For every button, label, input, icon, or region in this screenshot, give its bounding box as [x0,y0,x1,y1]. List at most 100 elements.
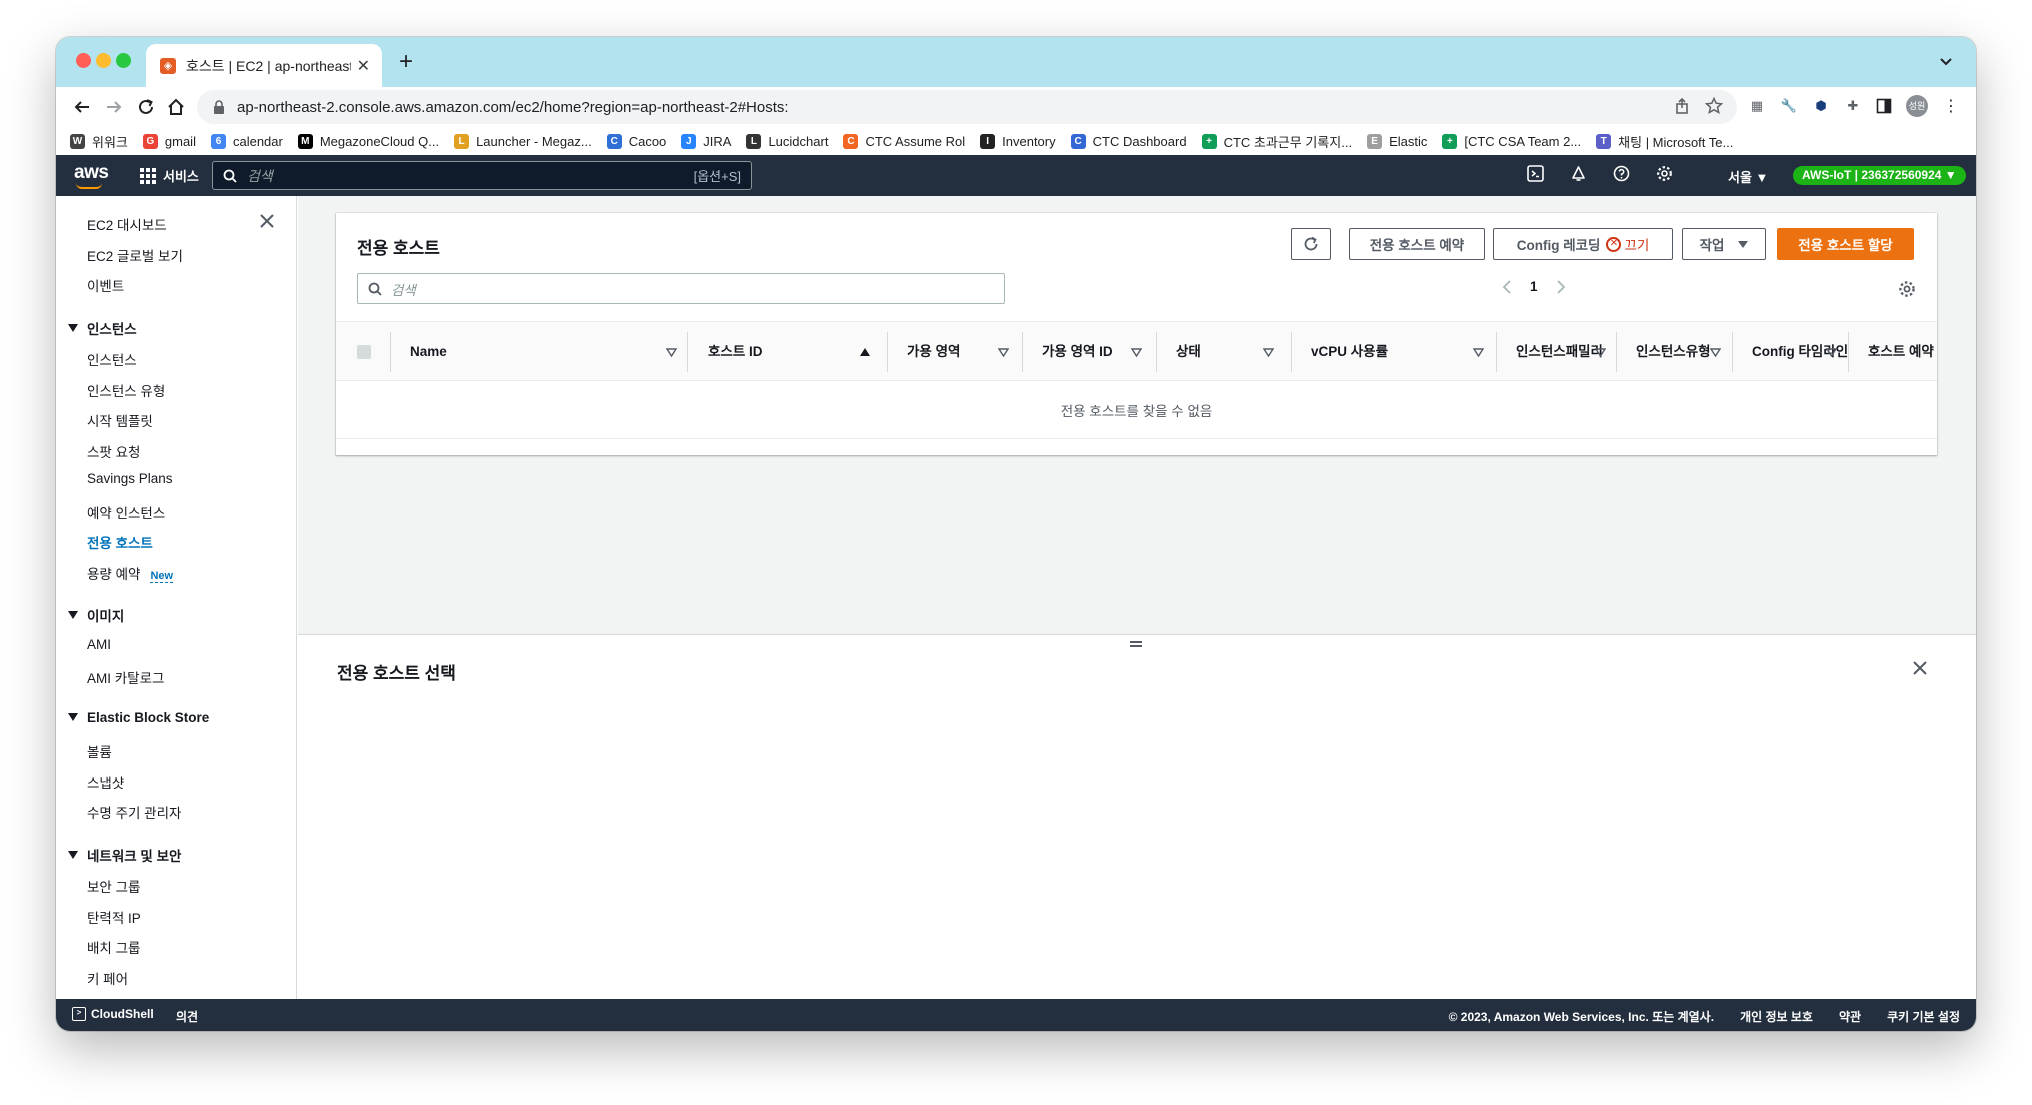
bookmark-item[interactable]: 6 calendar [210,133,283,149]
close-split-panel-icon[interactable] [1911,659,1929,677]
bookmark-item[interactable]: C Cacoo [606,133,666,149]
table-preferences-gear-icon[interactable] [1898,280,1916,298]
sort-caret-icon[interactable] [1473,348,1484,357]
bookmark-item[interactable]: L Lucidchart [746,133,828,149]
sidebar-item[interactable]: 키 페어 [87,968,128,988]
actions-dropdown[interactable]: 작업 [1682,228,1766,260]
close-window-button[interactable] [76,53,91,68]
qr-extension-icon[interactable]: ▦ [1748,97,1766,115]
sidebar-item[interactable]: Savings Plans [87,471,173,486]
sort-caret-icon[interactable] [1131,348,1142,357]
sort-caret-icon[interactable] [1595,348,1606,357]
reserve-host-button[interactable]: 전용 호스트 예약 [1349,228,1485,260]
bookmark-item[interactable]: + CTC 초과근무 기록지... [1201,132,1352,151]
sidebar-group-header[interactable]: 네트워크 및 보안 [68,845,181,865]
column-header-family[interactable]: 인스턴스 패밀리 [1516,322,1603,382]
bookmark-item[interactable]: E Elastic [1367,133,1427,149]
sidebar-group-header[interactable]: Elastic Block Store [68,710,209,725]
notifications-bell-icon[interactable] [1570,165,1587,182]
filter-input[interactable]: 검색 [357,273,1005,304]
profile-avatar[interactable]: 성원 [1906,95,1928,117]
bookmark-item[interactable]: C CTC Dashboard [1070,133,1187,149]
sidebar-group-header[interactable]: 인스턴스 [68,318,137,338]
column-header-az[interactable]: 가용 영역 [907,322,960,382]
column-header-reservation[interactable]: 호스트 예약 [1868,322,1937,382]
side-panel-icon[interactable] [1876,98,1892,114]
column-header-name[interactable]: Name [410,322,447,382]
bookmark-item[interactable]: C CTC Assume Rol [843,133,965,149]
feedback-link[interactable]: 의견 [176,1008,198,1025]
region-selector[interactable]: 서울 ▼ [1728,167,1768,186]
sidebar-item[interactable]: 인스턴스 유형 [87,380,165,400]
cookie-preferences-link[interactable]: 쿠키 기본 설정 [1887,1008,1960,1025]
sort-caret-icon[interactable] [1710,348,1721,357]
sidebar-item[interactable]: AMI [87,637,111,652]
privacy-link[interactable]: 개인 정보 보호 [1740,1008,1813,1025]
split-panel-drag-handle[interactable] [1130,641,1142,647]
sidebar-item[interactable]: 보안 그룹 [87,876,140,896]
sidebar-item[interactable]: EC2 글로벌 보기 [87,245,183,265]
back-button[interactable] [70,95,94,119]
services-menu-button[interactable]: 서비스 [140,166,199,185]
prev-page-icon[interactable] [1502,279,1512,294]
account-menu[interactable]: AWS-IoT | 236372560924 ▼ [1793,166,1966,185]
next-page-icon[interactable] [1556,279,1566,294]
allocate-host-button[interactable]: 전용 호스트 할당 [1777,228,1914,260]
column-header-az-id[interactable]: 가용 영역 ID [1042,322,1113,382]
settings-gear-icon[interactable] [1656,165,1673,182]
bookmark-star-icon[interactable] [1705,97,1723,115]
cloudshell-icon[interactable] [1527,165,1544,182]
sidebar-item[interactable]: EC2 대시보드 [87,214,167,234]
home-button[interactable] [164,95,188,119]
new-tab-button[interactable]: + [399,48,413,76]
help-icon[interactable] [1613,165,1630,182]
sidebar-item[interactable]: 시작 템플릿 [87,410,153,430]
sidebar-item[interactable]: 예약 인스턴스 [87,502,165,522]
bookmark-item[interactable]: T 채팅 | Microsoft Te... [1596,132,1733,151]
sidebar-group-header[interactable]: 이미지 [68,605,124,625]
column-header-state[interactable]: 상태 [1176,322,1201,382]
sort-caret-icon[interactable] [998,348,1009,357]
bookmark-item[interactable]: J JIRA [681,133,731,149]
reload-button[interactable] [134,95,158,119]
bookmark-item[interactable]: L Launcher - Megaz... [454,133,592,149]
browser-menu-icon[interactable]: ⋮ [1942,97,1960,115]
puzzle-extensions-icon[interactable]: ✚ [1844,97,1862,115]
minimize-window-button[interactable] [96,53,111,68]
column-header-vcpu[interactable]: vCPU 사용률 [1311,322,1388,382]
bookmark-item[interactable]: W 위워크 [70,132,128,151]
tab-close-icon[interactable]: ✕ [357,56,370,76]
sort-caret-icon[interactable] [1263,348,1274,357]
browser-tab-active[interactable]: ◈ 호스트 | EC2 | ap-northeast-2 ✕ [146,44,382,87]
cloudshell-button[interactable]: > CloudShell [72,1007,154,1021]
refresh-button[interactable] [1291,228,1331,260]
sidebar-item[interactable]: 스냅샷 [87,772,124,792]
sort-ascending-icon[interactable] [860,348,870,356]
address-bar[interactable]: ap-northeast-2.console.aws.amazon.com/ec… [197,90,1737,124]
sidebar-item[interactable]: 볼륨 [87,741,112,761]
sort-caret-icon[interactable] [1826,348,1837,357]
bookmark-item[interactable]: M MegazoneCloud Q... [297,133,439,149]
sidebar-item[interactable]: 수명 주기 관리자 [87,802,181,822]
forward-button[interactable] [102,95,126,119]
sidebar-item[interactable]: 스팟 요청 [87,441,140,461]
sort-caret-icon[interactable] [666,348,677,357]
sidebar-item[interactable]: 용량 예약 New [87,563,174,583]
column-header-host-id[interactable]: 호스트 ID [708,322,763,382]
sidebar-item[interactable]: 이벤트 [87,275,124,295]
sidebar-item[interactable]: 탄력적 IP [87,907,141,927]
sidebar-item[interactable]: AMI 카탈로그 [87,667,164,687]
terms-link[interactable]: 약관 [1839,1008,1861,1025]
aws-logo[interactable]: aws [74,162,109,184]
aws-search-input[interactable]: 검색 [옵션+S] [212,161,752,190]
bookmark-item[interactable]: Ggmail [142,133,196,149]
bookmark-item[interactable]: I Inventory [980,133,1056,149]
sidebar-item[interactable]: 배치 그룹 [87,937,140,957]
maximize-window-button[interactable] [116,53,131,68]
sidebar-item[interactable]: 인스턴스 [87,349,137,369]
config-recording-button[interactable]: Config 레코딩 ✕ 끄기 [1493,228,1673,260]
select-all-checkbox[interactable] [357,345,371,359]
column-header-type[interactable]: 인스턴스 유형 [1636,322,1711,382]
bookmark-item[interactable]: + [CTC CSA Team 2... [1442,133,1581,149]
close-sidebar-icon[interactable] [258,212,276,230]
